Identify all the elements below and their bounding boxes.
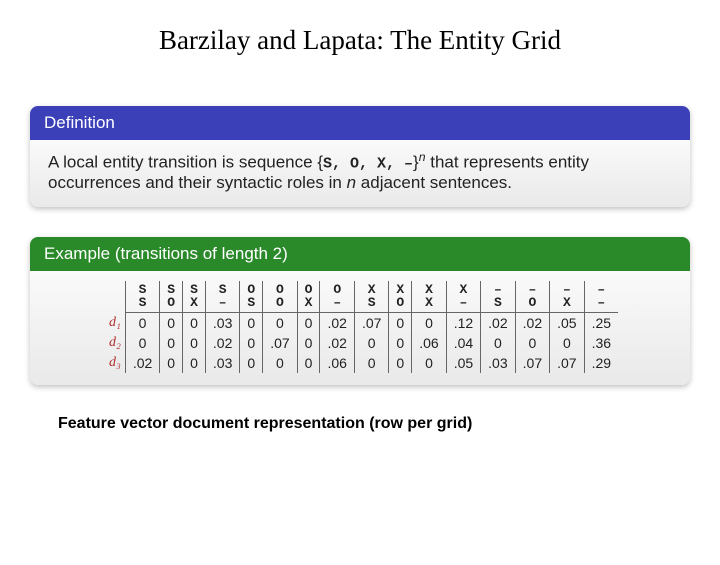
cell: .36 (584, 333, 618, 353)
cell: 0 (354, 353, 388, 373)
cell: 0 (240, 312, 263, 333)
cell: .03 (205, 312, 239, 333)
row-label: d₃ (102, 353, 125, 373)
page-title: Barzilay and Lapata: The Entity Grid (0, 25, 720, 56)
col-header: –O (515, 281, 549, 313)
col-header: OX (297, 281, 320, 313)
cell: 0 (412, 312, 446, 333)
cell: 0 (125, 312, 159, 333)
col-header: OO (263, 281, 297, 313)
cell: .06 (320, 353, 354, 373)
cell: .02 (481, 312, 515, 333)
cell: .12 (446, 312, 480, 333)
col-header: OS (240, 281, 263, 313)
cell: 0 (160, 312, 183, 333)
cell: 0 (389, 312, 412, 333)
col-header: –– (584, 281, 618, 313)
example-body: SSSOSXS–OSOOOXO–XSXOXXX––S–O–X–– d₁000.0… (30, 271, 690, 385)
cell: .04 (446, 333, 480, 353)
cell: 0 (183, 333, 206, 353)
col-header: XS (354, 281, 388, 313)
cell: .05 (550, 312, 584, 333)
cell: 0 (240, 333, 263, 353)
cell: .29 (584, 353, 618, 373)
cell: 0 (515, 333, 549, 353)
col-header: S– (205, 281, 239, 313)
definition-text-pre: A local entity transition is sequence (48, 153, 317, 172)
definition-panel: Definition A local entity transition is … (30, 106, 690, 207)
cell: .06 (412, 333, 446, 353)
col-header: XX (412, 281, 446, 313)
cell: .03 (205, 353, 239, 373)
col-header: –X (550, 281, 584, 313)
definition-n: n (347, 173, 356, 192)
cell: 0 (240, 353, 263, 373)
cell: 0 (297, 312, 320, 333)
col-header: SX (183, 281, 206, 313)
definition-symbols: S, O, X, – (323, 156, 413, 173)
cell: .02 (320, 333, 354, 353)
entity-grid-table: SSSOSXS–OSOOOXO–XSXOXXX––S–O–X–– d₁000.0… (102, 281, 618, 373)
cell: .02 (320, 312, 354, 333)
cell: .07 (354, 312, 388, 333)
definition-text-post: adjacent sentences. (356, 173, 512, 192)
footer-caption: Feature vector document representation (… (58, 415, 680, 433)
cell: .07 (263, 333, 297, 353)
col-header: SS (125, 281, 159, 313)
cell: 0 (263, 312, 297, 333)
col-header: XO (389, 281, 412, 313)
cell: 0 (160, 333, 183, 353)
cell: .07 (550, 353, 584, 373)
row-label: d₂ (102, 333, 125, 353)
cell: 0 (354, 333, 388, 353)
cell: 0 (481, 333, 515, 353)
cell: 0 (389, 353, 412, 373)
cell: .07 (515, 353, 549, 373)
definition-body: A local entity transition is sequence {S… (30, 140, 690, 207)
col-header: SO (160, 281, 183, 313)
table-row: d₂000.020.070.0200.06.04000.36 (102, 333, 618, 353)
definition-header: Definition (30, 106, 690, 140)
col-header: X– (446, 281, 480, 313)
cell: .03 (481, 353, 515, 373)
cell: 0 (389, 333, 412, 353)
cell: 0 (183, 353, 206, 373)
cell: .02 (515, 312, 549, 333)
cell: .25 (584, 312, 618, 333)
cell: 0 (297, 333, 320, 353)
cell: 0 (263, 353, 297, 373)
example-panel: Example (transitions of length 2) SSSOSX… (30, 237, 690, 385)
cell: 0 (412, 353, 446, 373)
cell: .02 (205, 333, 239, 353)
cell: 0 (125, 333, 159, 353)
col-header: –S (481, 281, 515, 313)
col-header: O– (320, 281, 354, 313)
cell: 0 (160, 353, 183, 373)
row-label: d₁ (102, 312, 125, 333)
cell: 0 (550, 333, 584, 353)
example-header: Example (transitions of length 2) (30, 237, 690, 271)
table-row: d₃.0200.03000.06000.05.03.07.07.29 (102, 353, 618, 373)
cell: .05 (446, 353, 480, 373)
table-row: d₁000.03000.02.0700.12.02.02.05.25 (102, 312, 618, 333)
cell: 0 (183, 312, 206, 333)
cell: 0 (297, 353, 320, 373)
cell: .02 (125, 353, 159, 373)
definition-exponent: n (419, 150, 426, 164)
